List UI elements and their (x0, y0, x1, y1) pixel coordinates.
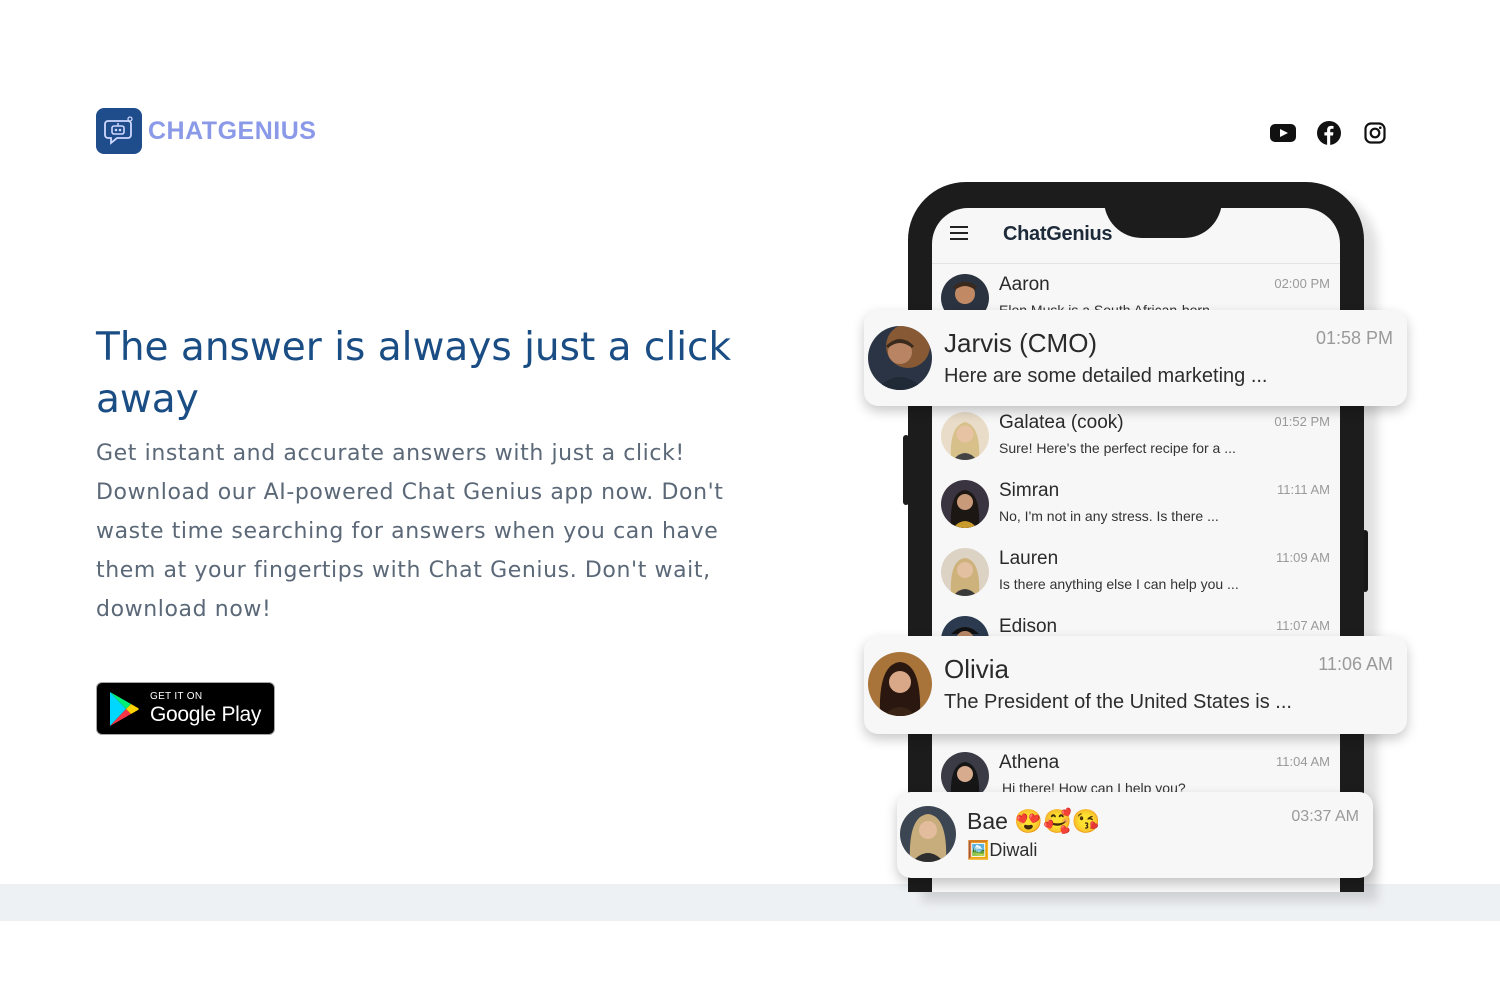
chat-time: 11:09 AM (1276, 550, 1330, 565)
chat-name: Lauren (999, 548, 1059, 569)
hero-description: Get instant and accurate answers with ju… (96, 441, 724, 622)
avatar (941, 412, 989, 460)
chat-item-galatea[interactable]: Galatea (cook) Sure! Here's the perfect … (932, 402, 1340, 470)
chat-message: No, I'm not in any stress. Is there ... (999, 508, 1219, 524)
chat-name: Olivia (944, 654, 1010, 684)
facebook-icon[interactable] (1316, 120, 1342, 146)
chat-name: Athena (999, 752, 1060, 773)
chat-message: Elon Musk is a South African-born (999, 302, 1210, 310)
chat-item-aaron[interactable]: Aaron Elon Musk is a South African-born … (932, 264, 1340, 310)
chat-item-lauren[interactable]: Lauren Is there anything else I can help… (932, 538, 1340, 606)
chat-item-simran[interactable]: Simran No, I'm not in any stress. Is the… (932, 470, 1340, 538)
phone-mockup: ChatGenius Aaron Elon Musk is a South Af… (908, 182, 1364, 892)
chat-time: 11:11 AM (1277, 482, 1330, 497)
app-title: ChatGenius (1003, 223, 1113, 245)
chat-time: 11:04 AM (1276, 754, 1330, 769)
chat-time: 01:52 PM (1274, 414, 1330, 429)
google-play-button[interactable]: GET IT ON Google Play (96, 682, 275, 735)
hero-title: The answer is always just a click away (96, 325, 732, 422)
google-play-label: GET IT ON Google Play (150, 691, 261, 727)
chat-time: 03:37 AM (1291, 808, 1359, 825)
chat-message: 🖼️Diwali (967, 840, 1038, 860)
avatar (941, 274, 989, 310)
youtube-icon[interactable] (1270, 120, 1296, 146)
brand-name: CHATGENIUS (148, 116, 317, 145)
chat-card-bae[interactable]: Bae 😍🥰😘 🖼️Diwali 03:37 AM (897, 792, 1373, 878)
avatar (900, 806, 956, 862)
chat-message: The President of the United States is ..… (944, 691, 1292, 713)
chat-card-jarvis[interactable]: Jarvis (CMO) Here are some detailed mark… (864, 310, 1407, 406)
get-it-on-text: GET IT ON (150, 690, 203, 702)
chat-time: 01:58 PM (1315, 328, 1393, 348)
avatar (868, 652, 932, 716)
brand-logo[interactable]: CHATGENIUS (96, 108, 316, 154)
chat-name: Edison (999, 616, 1058, 637)
avatar (941, 548, 989, 596)
chat-item-athena[interactable]: Athena Hi there! How can I help you? 11:… (932, 742, 1340, 798)
chat-message: Sure! Here's the perfect recipe for a ..… (999, 440, 1236, 456)
chat-name: Jarvis (CMO) (944, 328, 1098, 358)
avatar (941, 480, 989, 528)
social-links (1270, 120, 1388, 146)
chat-time: 11:07 AM (1276, 618, 1330, 633)
chat-name: Aaron (999, 274, 1050, 295)
avatar (868, 326, 932, 390)
hamburger-menu-icon[interactable] (950, 226, 968, 240)
chat-message: Is there anything else I can help you ..… (999, 576, 1239, 592)
chat-time: 11:06 AM (1318, 654, 1393, 674)
google-play-text: Google Play (150, 702, 262, 726)
chat-message: Here are some detailed marketing ... (944, 365, 1268, 387)
robot-chat-icon (96, 108, 142, 154)
chat-card-olivia[interactable]: Olivia The President of the United State… (864, 636, 1407, 734)
chat-name: Bae 😍🥰😘 (967, 808, 1101, 834)
google-play-icon (110, 691, 139, 726)
chat-name: Galatea (cook) (999, 412, 1124, 433)
chat-name: Simran (999, 480, 1060, 501)
chat-time: 02:00 PM (1274, 276, 1330, 291)
instagram-icon[interactable] (1362, 120, 1388, 146)
